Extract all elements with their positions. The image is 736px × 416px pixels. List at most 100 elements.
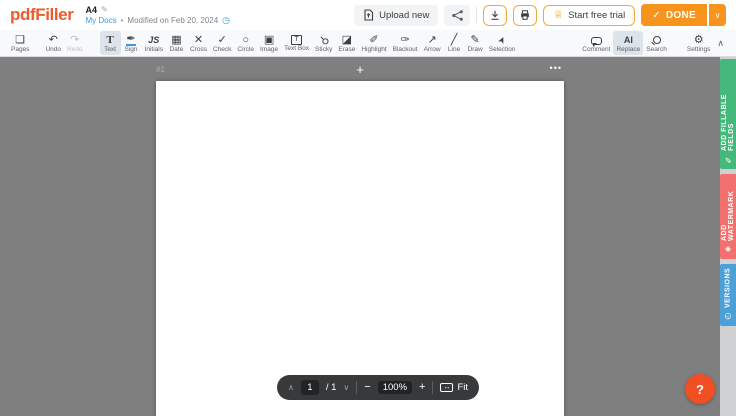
comment-bubble-icon <box>591 37 602 45</box>
document-page[interactable] <box>156 81 564 416</box>
tab-add-watermark[interactable]: ◈ ADD WATERMARK <box>720 174 736 259</box>
tool-line[interactable]: ╱ Line <box>444 31 465 55</box>
tool-date[interactable]: ▦ Date <box>166 31 187 55</box>
tool-highlight[interactable]: ✐ Highlight <box>358 31 389 55</box>
chevron-up-icon: ∧ <box>717 38 724 48</box>
tab-add-fillable-fields[interactable]: ✎ ADD FILLABLE FIELDS <box>720 59 736 169</box>
tool-cross[interactable]: ✕ Cross <box>187 31 210 55</box>
replace-text-icon: AI <box>624 34 633 46</box>
download-button[interactable] <box>483 5 507 26</box>
draw-pencil-icon: ✎ <box>471 34 480 46</box>
initials-icon: JS <box>148 34 159 46</box>
previous-page-button[interactable]: ∧ <box>288 383 294 392</box>
zoom-out-button[interactable]: − <box>364 382 370 393</box>
header-divider <box>476 7 477 23</box>
text-icon: T <box>106 34 113 46</box>
tool-check[interactable]: ✓ Check <box>210 31 234 55</box>
erase-icon: ◪ <box>342 34 352 46</box>
watermark-icon: ◈ <box>724 245 733 254</box>
add-page-button[interactable]: + <box>356 62 364 78</box>
image-icon: ▣ <box>264 34 274 46</box>
tool-pages[interactable]: ❏ Pages <box>8 31 32 55</box>
sticky-pin-icon: ⚲ <box>317 32 331 46</box>
tool-erase[interactable]: ◪ Erase <box>335 31 358 55</box>
tool-search[interactable]: Search <box>643 31 670 55</box>
history-clock-icon[interactable]: ◷ <box>222 15 230 25</box>
crown-icon: ♕ <box>553 10 563 20</box>
fit-label: Fit <box>457 382 468 393</box>
page-number-label: #1 <box>156 65 165 74</box>
pdffiller-logo[interactable]: pdfFiller <box>10 5 73 25</box>
download-icon <box>489 9 501 21</box>
fit-icon: ↔ <box>440 383 453 392</box>
document-canvas: #1 + ••• ✎ ADD FILLABLE FIELDS ◈ ADD WAT… <box>0 57 736 416</box>
done-button[interactable]: ✓ DONE <box>641 4 707 26</box>
share-icon <box>451 9 464 22</box>
tool-text-box[interactable]: T Text Box <box>281 31 312 55</box>
tool-sign[interactable]: ✒ Sign <box>121 31 142 55</box>
line-icon: ╱ <box>451 34 458 46</box>
next-page-button[interactable]: ∨ <box>343 383 349 392</box>
settings-gear-icon: ⚙ <box>694 34 704 46</box>
print-button[interactable] <box>513 5 537 26</box>
zoom-in-button[interactable]: + <box>419 382 425 393</box>
help-button[interactable]: ? <box>685 374 715 404</box>
done-button-group: ✓ DONE ∨ <box>641 4 726 26</box>
redo-icon: ↷ <box>70 34 79 46</box>
tool-text[interactable]: T Text <box>100 31 121 55</box>
tool-settings[interactable]: ⚙ Settings <box>684 31 714 55</box>
selection-cursor-icon: ➤ <box>495 34 509 46</box>
modified-timestamp: Modified on Feb 20, 2024 <box>127 16 218 25</box>
tool-circle[interactable]: ○ Circle <box>234 31 257 55</box>
tab-versions[interactable]: ◷ VERSIONS <box>720 264 736 326</box>
tool-sticky[interactable]: ⚲ Sticky <box>312 31 335 55</box>
meta-separator: • <box>121 16 124 25</box>
arrow-icon: ↗ <box>427 34 436 46</box>
document-title: A4 <box>85 5 97 15</box>
share-button[interactable] <box>444 5 470 26</box>
fit-to-width-button[interactable]: ↔ Fit <box>440 382 468 393</box>
tool-redo[interactable]: ↷ Redo <box>64 31 86 55</box>
highlight-icon: ✐ <box>369 34 378 46</box>
tool-draw[interactable]: ✎ Draw <box>465 31 486 55</box>
tool-image[interactable]: ▣ Image <box>257 31 281 55</box>
zoom-level-value[interactable]: 100% <box>378 381 412 394</box>
page-number-input[interactable] <box>301 380 319 395</box>
check-icon: ✓ <box>218 34 227 46</box>
page-header-strip: #1 + ••• <box>156 62 564 78</box>
blackout-icon: ✑ <box>401 34 410 46</box>
tool-comment[interactable]: Comment <box>579 31 613 55</box>
done-dropdown-button[interactable]: ∨ <box>709 4 726 26</box>
fillable-fields-icon: ✎ <box>724 155 733 164</box>
editor-toolbar: ❏ Pages ↶ Undo ↷ Redo T Text ✒ Sign JS I… <box>0 30 736 57</box>
tool-arrow[interactable]: ↗ Arrow <box>421 31 444 55</box>
tool-undo[interactable]: ↶ Undo <box>42 31 64 55</box>
start-free-trial-label: Start free trial <box>568 10 625 21</box>
tool-initials[interactable]: JS Initials <box>142 31 166 55</box>
upload-new-button[interactable]: Upload new <box>354 5 438 26</box>
breadcrumb-my-docs[interactable]: My Docs <box>85 16 116 25</box>
start-free-trial-button[interactable]: ♕ Start free trial <box>543 5 635 26</box>
upload-doc-icon <box>363 9 374 21</box>
undo-icon: ↶ <box>49 34 58 46</box>
date-calendar-icon: ▦ <box>171 34 181 46</box>
tool-blackout[interactable]: ✑ Blackout <box>390 31 421 55</box>
collapse-toolbar-button[interactable]: ∧ <box>713 34 728 53</box>
sign-icon: ✒ <box>126 34 135 46</box>
page-options-menu-icon[interactable]: ••• <box>550 63 562 73</box>
text-box-icon: T <box>291 35 302 45</box>
header-actions: Upload new ♕ Start free trial ✓ DONE <box>354 4 726 26</box>
upload-new-label: Upload new <box>379 10 429 21</box>
edit-title-icon[interactable]: ✎ <box>101 5 108 14</box>
search-icon <box>653 36 661 44</box>
circle-icon: ○ <box>242 34 249 46</box>
cross-icon: ✕ <box>194 34 203 46</box>
page-total-label: / 1 <box>326 382 337 393</box>
chevron-down-icon: ∨ <box>715 11 721 20</box>
pages-icon: ❏ <box>15 34 25 46</box>
document-info: A4 ✎ My Docs • Modified on Feb 20, 2024 … <box>85 5 230 26</box>
tool-selection[interactable]: ➤ Selection <box>486 31 519 55</box>
done-label: DONE <box>666 10 696 21</box>
tool-replace[interactable]: AI Replace <box>613 31 643 55</box>
done-check-icon: ✓ <box>652 10 661 21</box>
